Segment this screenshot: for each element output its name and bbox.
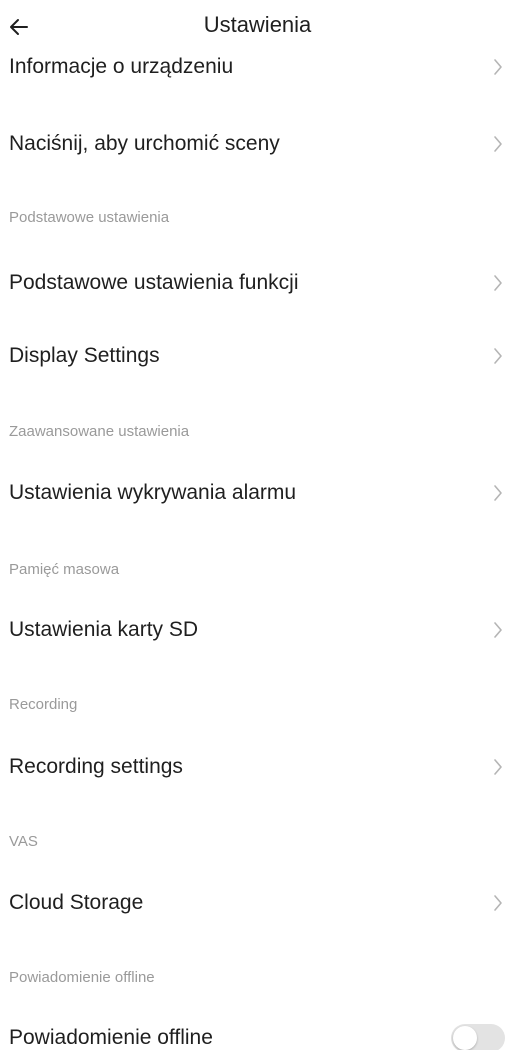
- chevron-right-icon: [491, 133, 505, 155]
- row-alarm-detection[interactable]: Ustawienia wykrywania alarmu: [0, 463, 515, 523]
- row-label-device-info: Informacje o urządzeniu: [9, 55, 234, 78]
- row-label-tap-scenes: Naciśnij, aby urchomić sceny: [9, 132, 280, 155]
- section-header-storage: Pamięć masowa: [9, 561, 120, 578]
- arrow-left-icon: [10, 19, 28, 35]
- chevron-right-icon: [491, 756, 505, 778]
- row-label-offline-notification: Powiadomienie offline: [9, 1026, 213, 1049]
- row-basic-functions[interactable]: Podstawowe ustawienia funkcji: [0, 253, 515, 313]
- row-sd-card[interactable]: Ustawienia karty SD: [0, 600, 515, 660]
- row-label-alarm-detection: Ustawienia wykrywania alarmu: [9, 481, 297, 504]
- section-header-offline: Powiadomienie offline: [9, 969, 155, 986]
- row-label-recording-settings: Recording settings: [9, 755, 183, 778]
- row-tap-scenes[interactable]: Naciśnij, aby urchomić sceny: [0, 114, 515, 174]
- row-cloud-storage[interactable]: Cloud Storage: [0, 873, 515, 933]
- chevron-right-icon: [491, 345, 505, 367]
- section-header-basic: Podstawowe ustawienia: [9, 209, 170, 226]
- row-label-basic-functions: Podstawowe ustawienia funkcji: [9, 271, 299, 294]
- section-header-recording: Recording: [9, 696, 78, 713]
- row-label-display-settings: Display Settings: [9, 344, 160, 367]
- row-offline-notification: Powiadomienie offline: [0, 1008, 515, 1050]
- chevron-right-icon: [491, 892, 505, 914]
- chevron-right-icon: [491, 56, 505, 78]
- section-header-vas: VAS: [9, 833, 38, 850]
- row-label-sd-card: Ustawienia karty SD: [9, 618, 199, 641]
- offline-notification-toggle[interactable]: [451, 1024, 505, 1050]
- row-recording-settings[interactable]: Recording settings: [0, 737, 515, 797]
- settings-screen: Ustawienia Informacje o urządzeniu Naciś…: [0, 0, 515, 1050]
- chevron-right-icon: [491, 482, 505, 504]
- back-button[interactable]: [2, 10, 36, 44]
- section-header-advanced: Zaawansowane ustawienia: [9, 423, 190, 440]
- row-display-settings[interactable]: Display Settings: [0, 326, 515, 386]
- header-bar: Ustawienia: [0, 0, 515, 50]
- page-title: Ustawienia: [203, 12, 312, 37]
- chevron-right-icon: [491, 272, 505, 294]
- toggle-knob: [453, 1026, 477, 1050]
- row-label-cloud-storage: Cloud Storage: [9, 891, 144, 914]
- chevron-right-icon: [491, 619, 505, 641]
